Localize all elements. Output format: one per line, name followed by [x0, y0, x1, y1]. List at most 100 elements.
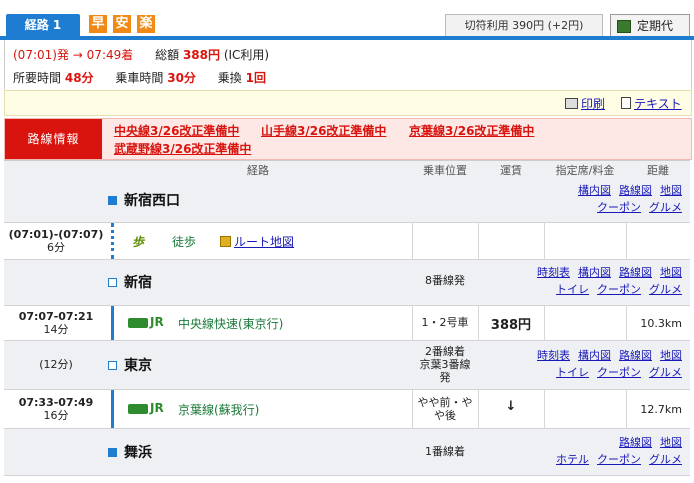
link-premises-map[interactable]: 構内図: [578, 349, 611, 362]
train-icon: [128, 318, 148, 328]
line-info-link-keiyo[interactable]: 京葉線3/26改正準備中: [409, 122, 534, 139]
boarding-position: 1・2号車: [421, 316, 469, 329]
col-route: 経路: [247, 164, 269, 177]
boarding-position: やや前・や や後: [417, 396, 473, 422]
transfer-value: 1回: [245, 71, 266, 85]
segment-row-keiyo: 07:33-07:49 16分 JR 京葉線(蘇我行) やや前・や や後 ↓ 1…: [4, 390, 690, 429]
text-link[interactable]: テキスト: [621, 95, 682, 112]
line-info-link-musashino[interactable]: 武蔵野線3/26改正準備中: [114, 140, 251, 157]
col-reserved: 指定席/料金: [555, 164, 615, 177]
link-gourmet[interactable]: グルメ: [649, 283, 682, 296]
link-premises-map[interactable]: 構内図: [578, 266, 611, 279]
ride-value: 30分: [167, 71, 196, 85]
link-gourmet[interactable]: グルメ: [649, 201, 682, 214]
ticket-fare-box: 切符利用 390円 (+2円): [445, 14, 603, 38]
badge-cheap: 安: [113, 15, 131, 33]
link-gourmet[interactable]: グルメ: [649, 366, 682, 379]
link-map[interactable]: 地図: [660, 184, 682, 197]
duration-label: 所要時間: [13, 71, 62, 85]
line-info-label: 路線情報: [5, 119, 102, 159]
segment-distance: 10.3km: [640, 317, 682, 330]
link-toilet[interactable]: トイレ: [556, 366, 589, 379]
jr-logo: JR: [150, 315, 164, 329]
col-fare: 運賃: [500, 164, 522, 177]
link-coupon[interactable]: クーポン: [597, 201, 641, 214]
line-name[interactable]: 京葉線(蘇我行): [178, 401, 259, 418]
route-map-icon: [220, 236, 231, 247]
link-line-map[interactable]: 路線図: [619, 349, 652, 362]
col-position: 乗車位置: [423, 164, 467, 177]
segment-row-walk: (07:01)-(07:07) 6分 歩 徒歩 ルート地図: [4, 223, 690, 260]
route-tab[interactable]: 経路 1: [6, 14, 80, 36]
transfer-label: 乗換: [217, 71, 242, 85]
station-name[interactable]: 舞浜: [124, 442, 152, 462]
arrow: →: [72, 48, 83, 62]
link-map[interactable]: 地図: [660, 266, 682, 279]
station-name[interactable]: 新宿西口: [124, 190, 180, 210]
link-map[interactable]: 地図: [660, 436, 682, 449]
summary-times: (07:01)発 → 07:49着 総額 388円 (IC利用): [13, 46, 269, 63]
commuter-pass-label: 定期代: [637, 19, 674, 33]
station-row-tokyo: (12分) 東京 2番線着 京葉3番線 発 時刻表 構内図 路線図 地図 トイレ クーポ…: [4, 341, 690, 390]
total-note: (IC利用): [223, 48, 270, 62]
route-map-link[interactable]: ルート地図: [220, 233, 294, 250]
segment-row-chuo-rapid: 07:07-07:21 14分 JR 中央線快速(東京行) 1・2号車 388円…: [4, 306, 690, 341]
station-name[interactable]: 新宿: [124, 272, 152, 292]
badge-fast: 早: [89, 15, 107, 33]
total-value: 388円: [182, 48, 220, 62]
platform-info: 2番線着 京葉3番線 発: [419, 345, 471, 384]
document-icon: [621, 97, 631, 109]
summary-durations: 所要時間 48分 乗車時間 30分 乗換 1回: [13, 69, 266, 86]
print-link[interactable]: 印刷: [565, 95, 605, 112]
segment-fare: 388円: [490, 318, 532, 333]
print-icon: [565, 98, 578, 109]
link-hotel[interactable]: ホテル: [556, 453, 589, 466]
link-coupon[interactable]: クーポン: [597, 366, 641, 379]
station-marker: [108, 448, 117, 457]
rail-track: [111, 390, 114, 428]
link-premises-map[interactable]: 構内図: [578, 184, 611, 197]
station-marker: [108, 196, 117, 205]
pass-icon: [617, 20, 631, 33]
station-name[interactable]: 東京: [124, 355, 152, 375]
station-links: 構内図 路線図 地図 クーポン グルメ: [570, 182, 682, 216]
link-map[interactable]: 地図: [660, 349, 682, 362]
line-name[interactable]: 中央線快速(東京行): [178, 315, 283, 332]
jr-logo: JR: [150, 401, 164, 415]
line-info-link-chuo[interactable]: 中央線3/26改正準備中: [114, 122, 239, 139]
station-links: 時刻表 構内図 路線図 地図 トイレ クーポン グルメ: [529, 264, 682, 298]
total-label: 総額: [155, 48, 180, 62]
line-info-panel: 路線情報 中央線3/26改正準備中 山手線3/26改正準備中 京葉線3/26改正…: [4, 118, 692, 160]
walk-label: 徒歩: [172, 235, 197, 249]
transfer-wait: (12分): [39, 358, 73, 371]
line-info-link-yamanote[interactable]: 山手線3/26改正準備中: [261, 122, 386, 139]
station-row-shinjuku-nishiguchi: 新宿西口 構内図 路線図 地図 クーポン グルメ: [4, 178, 690, 223]
station-links: 時刻表 構内図 路線図 地図 トイレ クーポン グルメ: [529, 347, 682, 381]
link-line-map[interactable]: 路線図: [619, 184, 652, 197]
station-row-maihama: 舞浜 1番線着 路線図 地図 ホテル クーポン グルメ: [4, 429, 690, 476]
link-line-map[interactable]: 路線図: [619, 436, 652, 449]
route-summary: (07:01)発 → 07:49着 総額 388円 (IC利用) 所要時間 48…: [4, 40, 692, 90]
station-marker: [108, 361, 117, 370]
commuter-pass-button[interactable]: 定期代: [610, 14, 690, 38]
link-coupon[interactable]: クーポン: [597, 283, 641, 296]
platform-info: 1番線着: [425, 445, 465, 458]
col-distance: 距離: [647, 164, 669, 177]
train-icon: [128, 404, 148, 414]
walk-track: [111, 223, 117, 259]
walk-icon: 歩: [132, 235, 145, 249]
link-toilet[interactable]: トイレ: [556, 283, 589, 296]
link-timetable[interactable]: 時刻表: [537, 349, 570, 362]
segment-time: 07:33-07:49 16分: [18, 396, 94, 422]
duration-value: 48分: [64, 71, 94, 85]
departure-time: (07:01)発: [13, 48, 69, 62]
rail-track: [111, 306, 114, 340]
top-bar: 経路 1 早 安 楽 切符利用 390円 (+2円) 定期代: [0, 0, 694, 40]
station-links: 路線図 地図 ホテル クーポン グルメ: [548, 434, 682, 468]
link-coupon[interactable]: クーポン: [597, 453, 641, 466]
ride-label: 乗車時間: [115, 71, 164, 85]
link-gourmet[interactable]: グルメ: [649, 453, 682, 466]
link-timetable[interactable]: 時刻表: [537, 266, 570, 279]
platform-info: 8番線発: [425, 274, 465, 287]
link-line-map[interactable]: 路線図: [619, 266, 652, 279]
